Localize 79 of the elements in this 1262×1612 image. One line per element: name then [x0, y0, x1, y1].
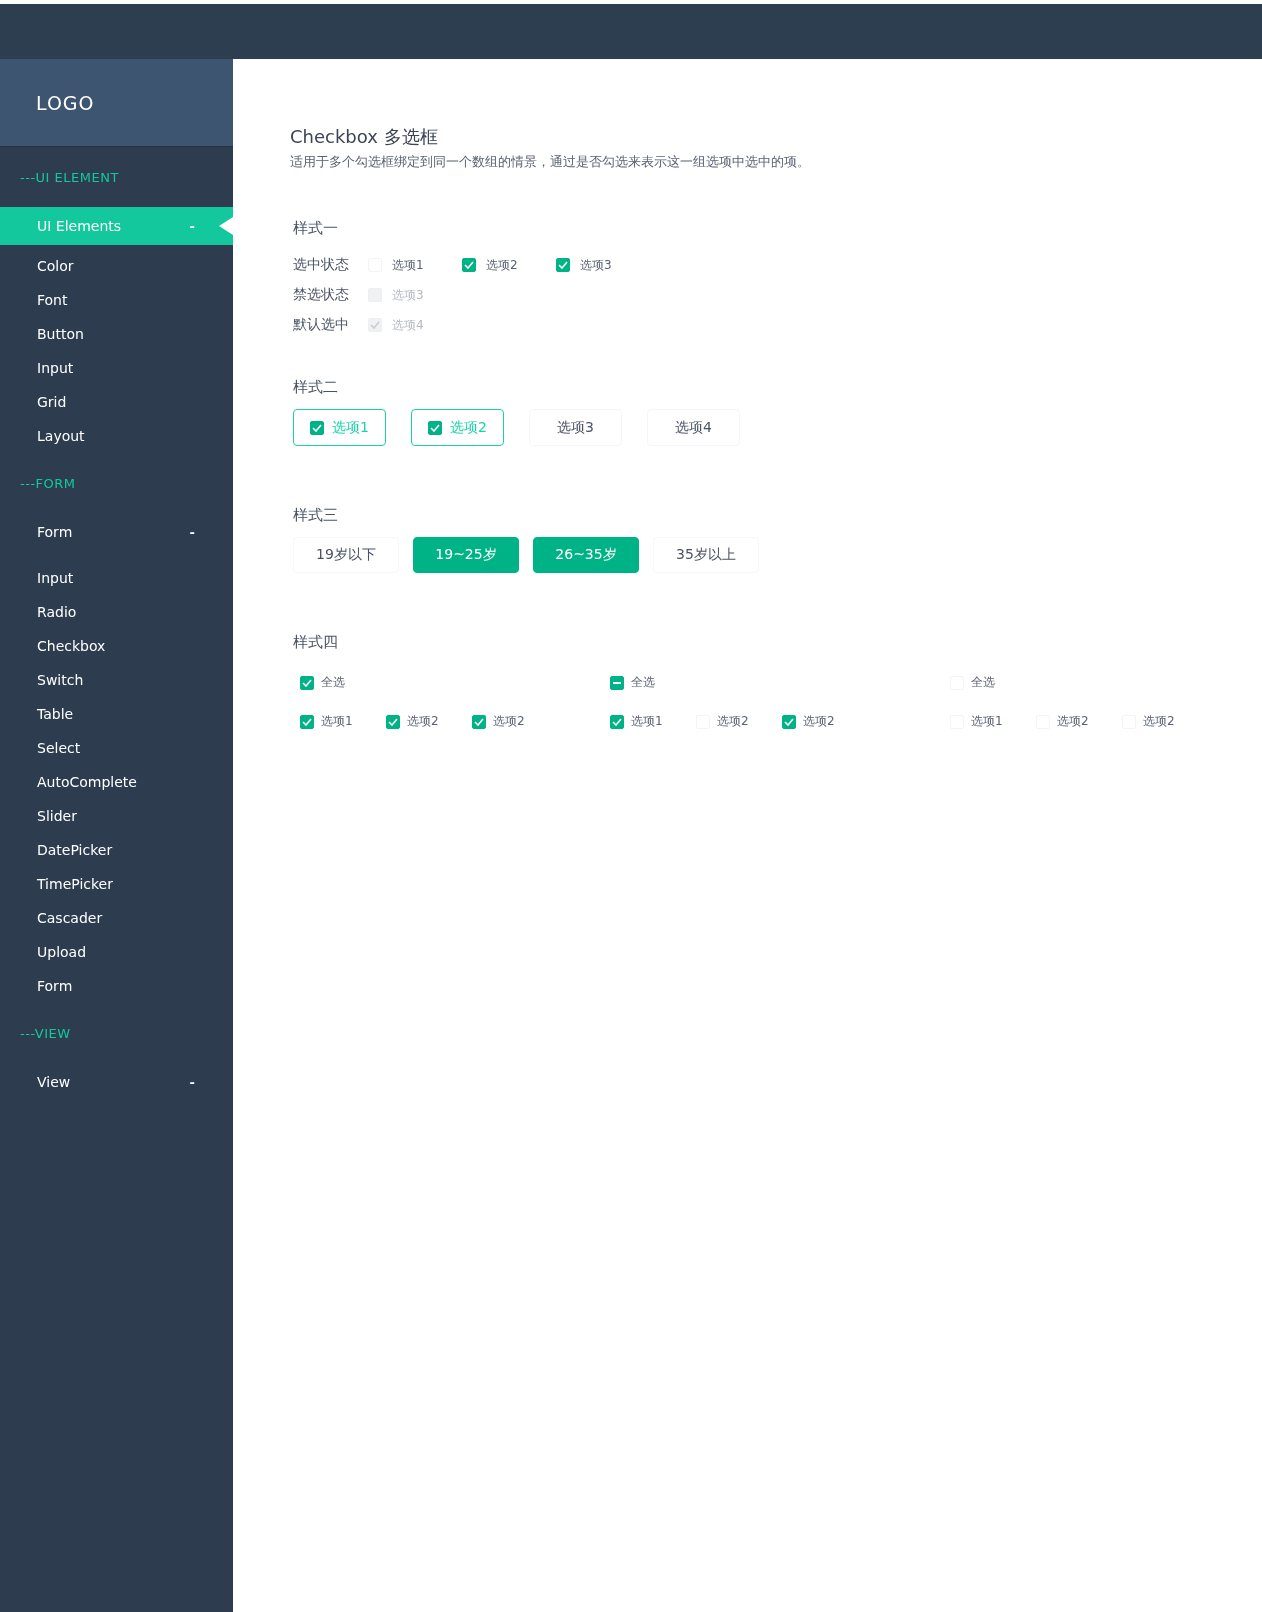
checkbox-card[interactable]: 选项4 [647, 409, 740, 446]
option-label: 选项2 [717, 713, 749, 730]
section-header: ---UI ELEMENT [19, 168, 120, 187]
check-icon [474, 717, 484, 726]
checkbox[interactable] [782, 714, 796, 729]
menu-item[interactable]: Button [0, 317, 233, 351]
menu-item[interactable]: TimePicker [0, 867, 233, 901]
menu-group-label: UI Elements [37, 218, 122, 234]
option-label: 选项1 [392, 256, 424, 274]
option-button[interactable]: 19岁以下 [293, 537, 399, 573]
menu-item[interactable]: Radio [0, 595, 233, 629]
collapse-toggle[interactable]: - [189, 1074, 195, 1090]
checkbox[interactable] [556, 258, 570, 272]
section-header: ---VIEW [19, 1024, 72, 1043]
page-description: 适用于多个勾选框绑定到同一个数组的情景，通过是否勾选来表示这一组选项中选中的项。 [290, 153, 811, 171]
checkbox-card[interactable]: 选项3 [529, 409, 622, 446]
menu-item[interactable]: DatePicker [0, 833, 233, 867]
option-label: 选项2 [407, 713, 439, 730]
check-icon [612, 717, 622, 726]
page-title: Checkbox 多选框 [290, 125, 439, 149]
option-button[interactable]: 35岁以上 [653, 537, 759, 573]
option-label: 选项1 [631, 713, 663, 730]
menu-item[interactable]: Font [0, 283, 233, 317]
option-label: 选项2 [1057, 713, 1089, 730]
check-icon [558, 261, 568, 269]
check-icon [784, 717, 794, 726]
menu-item[interactable]: Layout [0, 419, 233, 453]
checkbox[interactable] [462, 258, 476, 272]
menu-item[interactable]: Slider [0, 799, 233, 833]
menu-item[interactable]: Form [0, 969, 233, 1003]
logo: LOGO [36, 91, 95, 114]
menu-group[interactable]: View - [0, 1063, 233, 1101]
select-all-checkbox[interactable] [300, 675, 314, 690]
menu-item[interactable]: Switch [0, 663, 233, 697]
minus-icon [613, 681, 621, 684]
menu-group[interactable]: Form - [0, 513, 233, 551]
check-icon [464, 261, 474, 269]
menu-item[interactable]: Table [0, 697, 233, 731]
menu-group-label: Form [37, 524, 73, 540]
menu-item[interactable]: Color [0, 249, 233, 283]
row-label: 禁选状态 [293, 286, 350, 304]
menu-item[interactable]: Upload [0, 935, 233, 969]
menu-group-label: View [37, 1074, 71, 1090]
option-label: 选项3 [392, 286, 424, 304]
option-label: 全选 [631, 674, 655, 691]
section-heading: 样式四 [293, 633, 339, 652]
checkbox[interactable] [472, 714, 486, 729]
menu-item[interactable]: Input [0, 561, 233, 595]
row-label: 默认选中 [293, 316, 350, 334]
option-label: 选项2 [493, 713, 525, 730]
menu-item[interactable]: Cascader [0, 901, 233, 935]
check-icon [388, 717, 398, 726]
option-label: 全选 [971, 674, 995, 691]
section-header: ---FORM [19, 474, 77, 493]
section-heading: 样式二 [293, 378, 339, 397]
option-label: 选项2 [1143, 713, 1175, 730]
check-icon [302, 678, 312, 687]
menu-item[interactable]: Input [0, 351, 233, 385]
section-heading: 样式一 [293, 219, 339, 238]
option-label: 全选 [321, 674, 345, 691]
option-label: 选项3 [580, 256, 612, 274]
menu-item[interactable]: Grid [0, 385, 233, 419]
menu-item[interactable]: Select [0, 731, 233, 765]
active-pointer-icon [219, 217, 233, 235]
checkbox[interactable] [610, 714, 624, 729]
check-icon [302, 717, 312, 726]
collapse-toggle[interactable]: - [189, 524, 195, 540]
checkbox[interactable] [300, 714, 314, 729]
option-label: 选项1 [971, 713, 1003, 730]
option-label: 选项2 [486, 256, 518, 274]
select-all-checkbox[interactable] [610, 675, 624, 690]
checkbox[interactable] [386, 714, 400, 729]
menu-item[interactable]: Checkbox [0, 629, 233, 663]
menu-item[interactable]: AutoComplete [0, 765, 233, 799]
option-label: 选项1 [321, 713, 353, 730]
section-heading: 样式三 [293, 506, 339, 525]
row-label: 选中状态 [293, 256, 350, 274]
option-label: 选项2 [803, 713, 835, 730]
option-label: 选项4 [392, 316, 424, 334]
